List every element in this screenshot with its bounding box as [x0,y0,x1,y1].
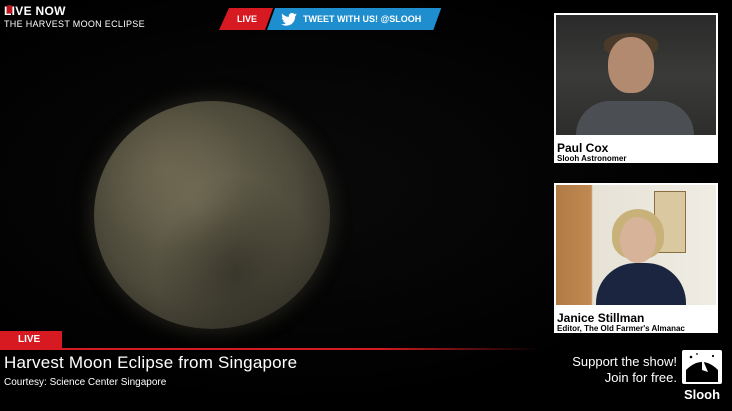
video-stage: LIVE NOW THE HARVEST MOON ECLIPSE LIVE T… [0,0,732,411]
guest-video [556,185,716,305]
guest-head [608,37,654,93]
guest-video [556,15,716,135]
tweet-label: TWEET WITH US! @SLOOH [303,14,422,24]
tweet-with-us-link[interactable]: TWEET WITH US! @SLOOH [267,8,441,30]
support-promo[interactable]: Support the show! Join for free. [557,354,677,386]
twitter-icon [281,13,297,26]
live-now-text: LIVE NOW [4,4,66,18]
live-now-label: LIVE NOW THE HARVEST MOON ECLIPSE [4,4,145,29]
guest-name: Paul Cox [557,141,609,155]
tweet-bar[interactable]: LIVE TWEET WITH US! @SLOOH [219,8,441,30]
support-line-1: Support the show! [572,354,677,369]
lower-third-divider [0,348,540,350]
guest-role: Slooh Astronomer [557,154,627,163]
guest-head [620,217,656,263]
slooh-brand: Slooh [683,387,721,402]
guest-name: Janice Stillman [557,311,645,325]
guest-panel-paul-cox: Paul Cox Slooh Astronomer [554,13,718,163]
slooh-logo[interactable]: Slooh [680,350,724,406]
moon-image [94,101,330,329]
show-title: THE HARVEST MOON ECLIPSE [4,19,145,29]
tweet-bar-live-badge: LIVE [219,8,273,30]
guest-body [576,101,694,135]
guest-panel-janice-stillman: Janice Stillman Editor, The Old Farmer's… [554,183,718,333]
support-line-2: Join for free. [604,370,677,385]
observatory-icon [682,350,722,384]
stream-credit: Courtesy: Science Center Singapore [4,377,167,388]
guest-body [596,263,686,305]
lower-third-live-badge: LIVE [0,331,62,348]
guest-role: Editor, The Old Farmer's Almanac [557,324,685,333]
stream-title: Harvest Moon Eclipse from Singapore [4,353,298,372]
